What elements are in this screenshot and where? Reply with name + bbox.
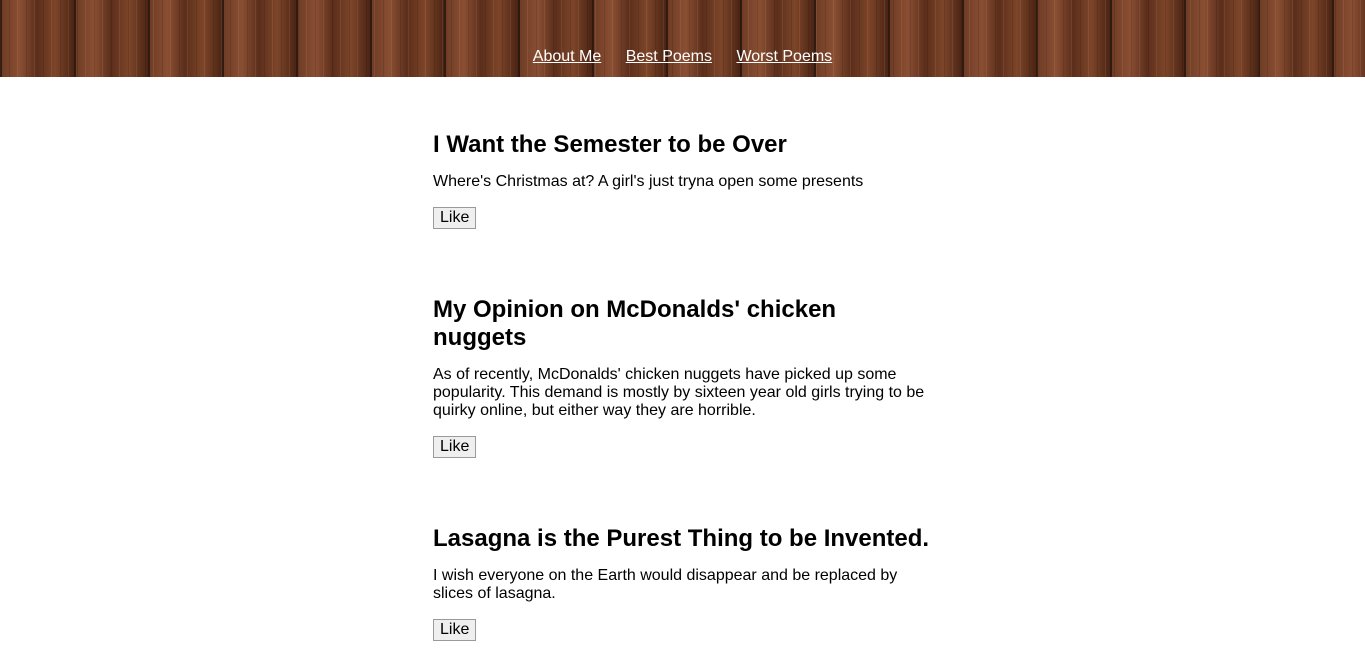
poem-body: I wish everyone on the Earth would disap… xyxy=(433,567,898,602)
like-button[interactable]: Like xyxy=(433,619,477,641)
poem-body: Where's Christmas at? A girl's just tryn… xyxy=(433,173,864,190)
nav-link-worst-poems[interactable]: Worst Poems xyxy=(736,48,832,65)
header-banner: About Me Best Poems Worst Poems xyxy=(0,0,1365,77)
nav-link-best-poems[interactable]: Best Poems xyxy=(626,48,712,65)
poem-card: My Opinion on McDonalds' chicken nuggets… xyxy=(433,296,933,458)
like-button[interactable]: Like xyxy=(433,207,477,229)
poem-card: I Want the Semester to be Over Where's C… xyxy=(433,131,933,229)
poem-title: I Want the Semester to be Over xyxy=(433,131,787,158)
poem-card: Lasagna is the Purest Thing to be Invent… xyxy=(433,525,933,641)
poem-body: As of recently, McDonalds' chicken nugge… xyxy=(433,366,925,419)
nav-link-about-me[interactable]: About Me xyxy=(533,48,601,65)
main-nav: About Me Best Poems Worst Poems xyxy=(0,47,1365,67)
poem-title: Lasagna is the Purest Thing to be Invent… xyxy=(433,525,930,552)
like-button[interactable]: Like xyxy=(433,436,477,458)
poem-title: My Opinion on McDonalds' chicken nuggets xyxy=(433,296,837,351)
